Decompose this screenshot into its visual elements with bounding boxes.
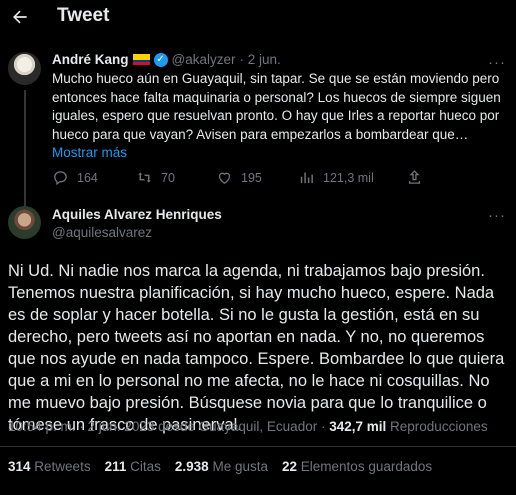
quotes-label: Citas <box>130 459 161 474</box>
back-button[interactable] <box>7 5 33 29</box>
show-more-link[interactable]: Mostrar más <box>52 145 127 160</box>
retweets-stat[interactable]: 314 Retweets <box>8 459 91 474</box>
tweet-text: Mucho hueco aún en Guayaquil, sin tapar.… <box>52 70 504 163</box>
ecuador-flag-icon <box>132 54 150 65</box>
bookmarks-label: Elementos guardados <box>300 459 433 474</box>
heart-icon <box>218 172 231 184</box>
header-bar: Tweet <box>0 0 516 34</box>
bookmarks-stat[interactable]: 22 Elementos guardados <box>282 459 432 474</box>
analytics-icon <box>300 172 313 184</box>
retweet-count: 70 <box>161 170 175 185</box>
author-handle[interactable]: @akalyzer <box>172 52 236 67</box>
reply-icon <box>54 171 67 186</box>
retweets-label: Retweets <box>34 459 91 474</box>
divider <box>0 446 516 447</box>
engagement-stats: 314 Retweets 211 Citas 2.938 Me gusta 22… <box>8 459 432 474</box>
likes-stat[interactable]: 2.938 Me gusta <box>175 459 268 474</box>
quotes-stat[interactable]: 211 Citas <box>105 459 161 474</box>
arrow-left-icon <box>13 10 27 24</box>
share-button[interactable] <box>406 169 423 186</box>
views-count: 342,7 mil <box>329 419 387 434</box>
author-name[interactable]: Aquiles Alvarez Henriques <box>52 207 222 222</box>
retweets-count: 314 <box>8 459 31 474</box>
bookmarks-count: 22 <box>281 459 298 474</box>
author-handle[interactable]: @aquilesalvarez <box>52 225 152 240</box>
retweet-icon <box>138 172 151 183</box>
tweet-date[interactable]: · 2 jun. <box>240 52 281 67</box>
likes-label: Me gusta <box>212 459 268 474</box>
share-icon <box>408 170 421 184</box>
page-title: Tweet <box>57 5 110 26</box>
verified-badge-icon: ✓ <box>153 52 168 67</box>
author-name[interactable]: André Kang <box>52 52 129 67</box>
likes-count: 2.938 <box>174 459 209 474</box>
tweet-timestamp[interactable]: 10:54 p. m. · 2 jun. 2023 desde Guayaqui… <box>8 419 325 434</box>
reply-count: 164 <box>77 170 98 185</box>
tweet-header: André Kang ✓ @akalyzer · 2 jun. <box>52 52 281 67</box>
tweet-text-content: Mucho hueco aún en Guayaquil, sin tapar.… <box>52 71 501 142</box>
tweet-meta: 10:54 p. m. · 2 jun. 2023 desde Guayaqui… <box>8 419 508 434</box>
thread-line <box>24 90 26 220</box>
avatar[interactable] <box>8 206 41 239</box>
more-options-icon[interactable]: ··· <box>488 54 506 71</box>
avatar[interactable] <box>8 52 41 85</box>
views-count: 121,3 mil <box>323 170 374 185</box>
reply-button[interactable]: 164 <box>52 169 98 186</box>
retweet-button[interactable]: 70 <box>136 169 175 186</box>
tweet-actions: 164 70 195 121,3 mil <box>52 169 504 189</box>
more-options-icon[interactable]: ··· <box>488 207 506 224</box>
quotes-count: 211 <box>104 459 127 474</box>
views-label: Reproducciones <box>390 419 488 434</box>
like-button[interactable]: 195 <box>216 169 262 186</box>
tweet-text: Ni Ud. Ni nadie nos marca la agenda, ni … <box>8 262 505 434</box>
views-button[interactable]: 121,3 mil <box>298 169 374 186</box>
like-count: 195 <box>241 170 262 185</box>
